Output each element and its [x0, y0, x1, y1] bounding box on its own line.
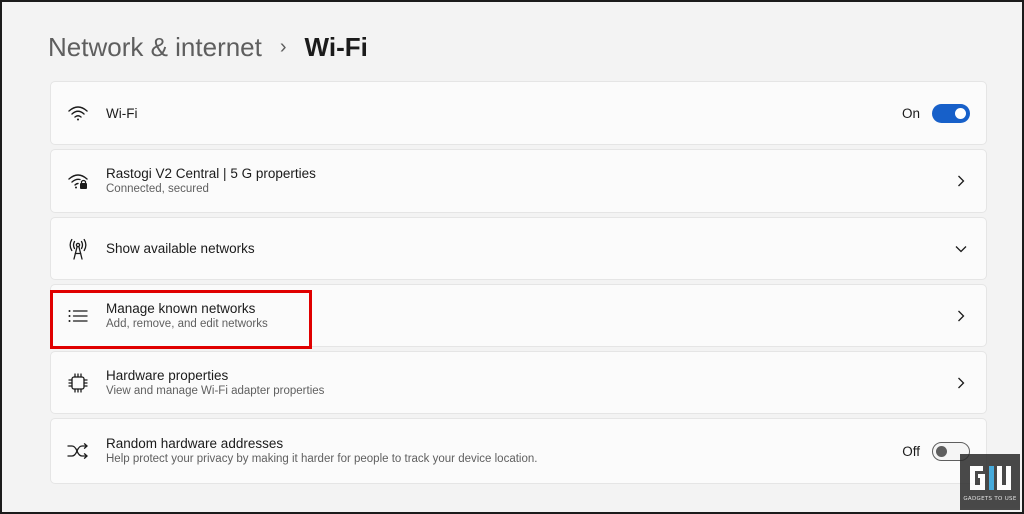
- row-title: Random hardware addresses: [106, 436, 284, 451]
- toggle-knob: [936, 445, 947, 457]
- row-subtitle: Add, remove, and edit networks: [106, 317, 268, 330]
- row-subtitle: Help protect your privacy by making it h…: [106, 453, 538, 465]
- chevron-right-icon: [954, 174, 968, 188]
- toggle-knob: [955, 107, 966, 119]
- list-icon: [65, 303, 91, 329]
- breadcrumb-separator: ›: [279, 35, 287, 58]
- chevron-down-icon: [954, 242, 968, 256]
- shuffle-icon: [65, 438, 91, 464]
- breadcrumb: Network & internet › Wi-Fi: [48, 30, 368, 64]
- toggle-state-label: Off: [902, 443, 920, 459]
- watermark-logo: GADGETS TO USE: [960, 454, 1020, 510]
- manage-known-networks-row[interactable]: Manage known networks Add, remove, and e…: [50, 284, 987, 347]
- random-hardware-addresses-row[interactable]: Random hardware addresses Help protect y…: [50, 418, 987, 484]
- row-title: Manage known networks: [106, 300, 256, 316]
- chevron-right-icon: [954, 309, 968, 323]
- antenna-icon: [65, 236, 91, 262]
- chevron-right-icon: [954, 376, 968, 390]
- wifi-secure-icon: [65, 168, 91, 194]
- network-properties-row[interactable]: Rastogi V2 Central | 5 G properties Conn…: [50, 149, 987, 213]
- wifi-icon: [65, 100, 91, 126]
- wifi-row[interactable]: Wi-Fi On: [50, 81, 987, 145]
- page-title: Wi-Fi: [304, 31, 368, 62]
- row-title: Show available networks: [106, 241, 255, 256]
- gadgets-to-use-logo-icon: [970, 466, 1011, 490]
- row-subtitle: Connected, secured: [106, 183, 209, 195]
- watermark-text: GADGETS TO USE: [963, 496, 1017, 502]
- wifi-toggle-group: On: [901, 103, 970, 123]
- hardware-properties-row[interactable]: Hardware properties View and manage Wi-F…: [50, 351, 987, 414]
- show-available-networks-row[interactable]: Show available networks: [50, 217, 987, 280]
- row-title: Hardware properties: [106, 367, 229, 383]
- row-subtitle: View and manage Wi-Fi adapter properties: [106, 384, 325, 397]
- breadcrumb-parent-link[interactable]: Network & internet: [48, 32, 262, 63]
- row-title: Rastogi V2 Central | 5 G properties: [106, 166, 316, 181]
- row-title: Wi-Fi: [106, 105, 138, 121]
- chip-icon: [65, 370, 91, 396]
- toggle-state-label: On: [901, 105, 920, 121]
- wifi-toggle[interactable]: [932, 103, 970, 123]
